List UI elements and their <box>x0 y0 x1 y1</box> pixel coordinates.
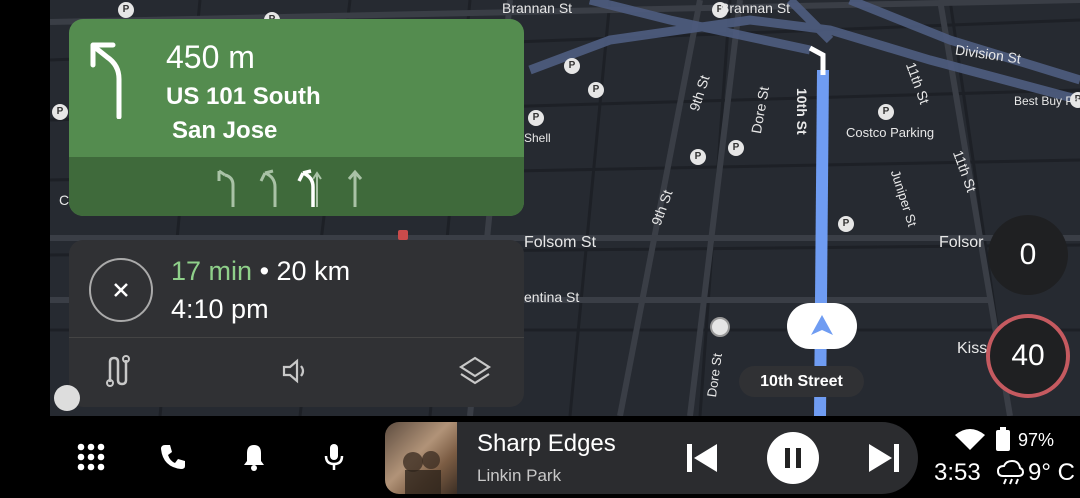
parking-icon[interactable]: P <box>528 110 544 126</box>
map-label-brannan-st: Brannan St <box>502 0 573 16</box>
map-label-entina-st: entina St <box>524 289 580 305</box>
parking-icon[interactable]: P <box>52 104 68 120</box>
map-label-folsom-st: Folsom St <box>524 234 597 251</box>
lane-slight-left-active-icon <box>297 169 322 207</box>
current-position-marker <box>787 303 857 349</box>
navigation-arrow-icon <box>811 315 833 335</box>
battery-level: 97% <box>1018 430 1055 450</box>
album-art-image <box>403 451 441 494</box>
parking-icon[interactable]: P <box>878 104 894 120</box>
parking-icon[interactable]: P <box>118 2 134 18</box>
lane-left-straight-icon <box>217 169 235 207</box>
map-label-folsom-st: Folsor <box>939 234 984 251</box>
layers-icon[interactable] <box>458 354 492 388</box>
map-label-costco: Costco Parking <box>846 125 935 140</box>
trip-distance: 20 km <box>276 256 351 286</box>
battery-icon <box>996 427 1010 451</box>
map-label-brannan-st: Brannan St <box>720 0 791 16</box>
arrival-time: 4:10 pm <box>171 294 269 324</box>
turn-left-icon <box>90 42 122 119</box>
map-label-shell: Shell <box>524 131 551 145</box>
skip-previous-icon[interactable] <box>684 440 720 476</box>
current-speed: 0 <box>988 215 1068 295</box>
close-icon <box>114 283 128 297</box>
trip-divider <box>69 337 524 338</box>
trip-separator: • <box>259 256 270 286</box>
current-street: 10th Street <box>739 366 864 397</box>
turn-by-turn-card[interactable]: 450 m US 101 South San Jose <box>69 19 524 216</box>
volume-icon[interactable] <box>279 354 313 388</box>
maneuver-destination: San Jose <box>172 117 278 144</box>
end-navigation-button[interactable] <box>89 258 153 322</box>
weather-rain-icon <box>996 460 1024 485</box>
microphone-icon[interactable] <box>318 441 350 473</box>
trip-duration: 17 min <box>171 256 253 286</box>
notifications-icon[interactable] <box>238 441 270 473</box>
media-player[interactable] <box>385 422 918 494</box>
phone-icon[interactable] <box>157 441 189 473</box>
parking-icon[interactable]: P <box>838 216 854 232</box>
parking-icon[interactable]: P <box>564 58 580 74</box>
trip-summary: 17 min • 20 km <box>171 256 350 287</box>
compass-icon[interactable] <box>54 385 80 411</box>
route-options-icon[interactable] <box>101 354 135 388</box>
next-maneuver[interactable]: 450 m US 101 South San Jose <box>69 19 524 157</box>
song-artist: Linkin Park <box>477 466 562 485</box>
pause-icon <box>785 448 801 468</box>
album-art[interactable] <box>385 422 457 494</box>
temperature: 9° C <box>1028 459 1075 486</box>
song-title: Sharp Edges <box>477 430 616 457</box>
maneuver-distance: 450 m <box>166 39 255 75</box>
map-label-10th-st: 10th St <box>794 88 810 135</box>
map-label-c: C <box>59 192 70 208</box>
lane-straight-icon <box>347 169 363 207</box>
wifi-icon <box>955 429 985 450</box>
maneuver-road: US 101 South <box>166 83 321 110</box>
trip-info-card[interactable]: 17 min • 20 km 4:10 pm <box>69 240 524 407</box>
clock: 3:53 <box>934 459 981 486</box>
app-launcher-icon[interactable] <box>75 441 107 473</box>
pause-button[interactable] <box>767 432 819 484</box>
parking-icon[interactable]: P <box>588 82 604 98</box>
left-rail <box>0 0 50 416</box>
speed-limit: 40 <box>986 314 1070 398</box>
lane-slight-left-icon <box>259 169 277 207</box>
map-label-best-buy: Best Buy Pa <box>1014 94 1080 108</box>
map-label-kiss: Kiss <box>957 340 988 357</box>
parking-icon[interactable]: P <box>728 140 744 156</box>
skip-next-icon[interactable] <box>866 440 902 476</box>
parking-icon[interactable]: P <box>690 149 706 165</box>
